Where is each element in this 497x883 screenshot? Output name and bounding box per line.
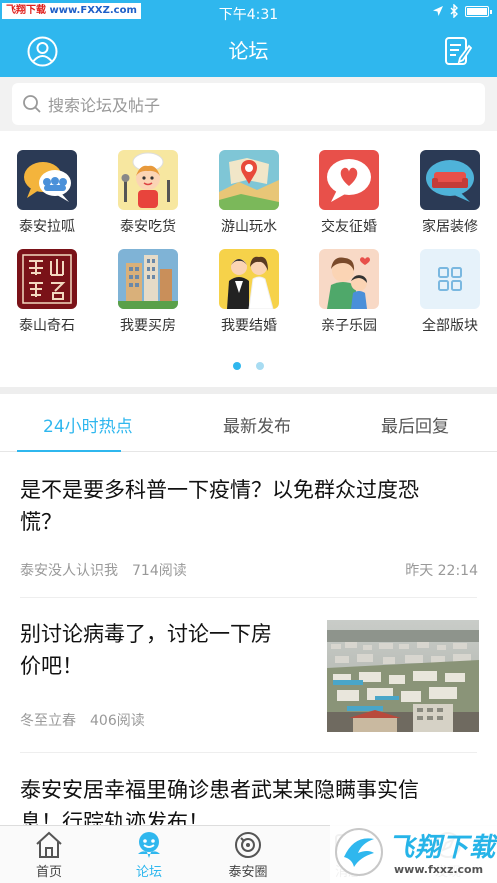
post-author: 泰安没人认识我 (20, 563, 118, 579)
heart-bubble-icon (319, 150, 379, 210)
forum-board-grid: 泰安拉呱 泰安吃货 游山玩水 交友征婚 家居装修 泰山奇石 我要买房 我要结婚 … (0, 131, 497, 387)
board-item[interactable]: 泰山奇石 (15, 249, 79, 335)
home-icon (36, 831, 62, 858)
post-title-line: 泰安安居幸福里确诊患者武某某隐瞒事实信 (20, 778, 419, 802)
tab-24h-hot[interactable]: 24小时热点 (43, 412, 133, 437)
post-item[interactable]: 泰安安居幸福里确诊患者武某某隐瞒事实信 息！行踪轨迹发布！ (0, 753, 497, 834)
watermark-url: www.fxxz.com (394, 863, 484, 876)
board-item[interactable]: 我要买房 (116, 249, 180, 335)
post-author: 冬至立春 (20, 713, 76, 729)
page-indicator (0, 355, 497, 374)
forum-icon (138, 832, 160, 858)
post-item[interactable]: 是不是要多科普一下疫情？以免群众过度恐 慌？ 泰安没人认识我 714阅读 昨天 2… (0, 452, 497, 598)
board-label: 泰山奇石 (19, 318, 75, 334)
board-label: 我要结婚 (221, 318, 277, 334)
app-header: 飞翔下载 www.FXXZ.com 下午4:31 论坛 (0, 0, 497, 77)
nav-label: 首页 (35, 865, 62, 880)
grid-icon (420, 249, 480, 309)
post-reads: 406阅读 (90, 713, 145, 729)
status-bar: 飞翔下载 www.FXXZ.com 下午4:31 (0, 0, 497, 24)
couple-icon (219, 249, 279, 309)
compose-icon[interactable] (444, 36, 472, 66)
watermark-overlay: 飞翔下载 www.fxxz.com (330, 823, 497, 883)
page-dot[interactable] (256, 362, 265, 370)
post-thumbnail[interactable] (327, 620, 479, 732)
battery-icon (465, 5, 492, 17)
board-label: 家居装修 (422, 219, 478, 235)
nav-label: 泰安圈 (228, 865, 268, 880)
watermark-title: 飞翔下载 (388, 833, 497, 863)
nav-label: 论坛 (135, 865, 162, 880)
seal-stone-icon (17, 249, 77, 309)
tab-last-reply[interactable]: 最后回复 (381, 412, 449, 437)
post-title-line: 别讨论病毒了，讨论一下房 (20, 622, 272, 646)
search-input[interactable]: 搜索论坛及帖子 (12, 83, 485, 125)
map-pin-icon (219, 150, 279, 210)
search-placeholder: 搜索论坛及帖子 (48, 96, 161, 115)
post-title-line: 慌？ (20, 510, 62, 534)
parent-child-icon (319, 249, 379, 309)
board-label: 泰安吃货 (120, 219, 176, 235)
circle-icon (235, 832, 261, 858)
board-item[interactable]: 全部版块 (418, 249, 482, 335)
board-item[interactable]: 家居装修 (418, 150, 482, 236)
nav-circle[interactable]: 泰安圈 (213, 830, 283, 880)
board-item[interactable]: 交友征婚 (317, 150, 381, 236)
board-label: 游山玩水 (221, 219, 277, 235)
status-icons (432, 4, 492, 18)
board-item[interactable]: 泰安拉呱 (15, 150, 79, 236)
location-icon (433, 6, 443, 16)
page-title: 论坛 (228, 39, 269, 63)
board-item[interactable]: 游山玩水 (217, 150, 281, 236)
post-item[interactable]: 别讨论病毒了，讨论一下房 价吧！ 冬至立春 406阅读 (0, 598, 497, 753)
post-meta: 冬至立春 406阅读 (20, 710, 145, 730)
board-label: 全部版块 (422, 318, 478, 334)
post-title: 别讨论病毒了，讨论一下房 价吧！ (20, 618, 272, 682)
board-item[interactable]: 亲子乐园 (317, 249, 381, 335)
chat-bubble-icon (17, 150, 77, 210)
bluetooth-icon (450, 4, 458, 18)
board-item[interactable]: 我要结婚 (217, 249, 281, 335)
board-label: 交友征婚 (321, 219, 377, 235)
search-icon (23, 95, 41, 113)
feed-tabs: 24小时热点 最新发布 最后回复 (0, 394, 497, 452)
search-area: 搜索论坛及帖子 (0, 77, 497, 131)
page-dot-active[interactable] (232, 362, 241, 370)
board-label: 我要买房 (120, 318, 176, 334)
post-reads: 714阅读 (132, 563, 187, 579)
status-time: 下午4:31 (218, 7, 279, 23)
watermark-logo-icon (335, 828, 383, 876)
nav-forum[interactable]: 论坛 (114, 830, 184, 880)
board-label: 泰安拉呱 (19, 219, 75, 235)
post-meta: 泰安没人认识我 714阅读 (20, 560, 187, 580)
tab-latest[interactable]: 最新发布 (223, 412, 291, 437)
buildings-icon (118, 249, 178, 309)
post-title-line: 价吧！ (20, 654, 83, 678)
chef-icon (118, 150, 178, 210)
board-item[interactable]: 泰安吃货 (116, 150, 180, 236)
nav-home[interactable]: 首页 (14, 830, 84, 880)
post-title: 是不是要多科普一下疫情？以免群众过度恐 慌？ (20, 474, 419, 538)
post-title-line: 是不是要多科普一下疫情？以免群众过度恐 (20, 478, 419, 502)
post-time: 昨天 22:14 (405, 563, 478, 579)
section-divider (0, 387, 497, 394)
sofa-icon (420, 150, 480, 210)
board-label: 亲子乐园 (321, 318, 377, 334)
